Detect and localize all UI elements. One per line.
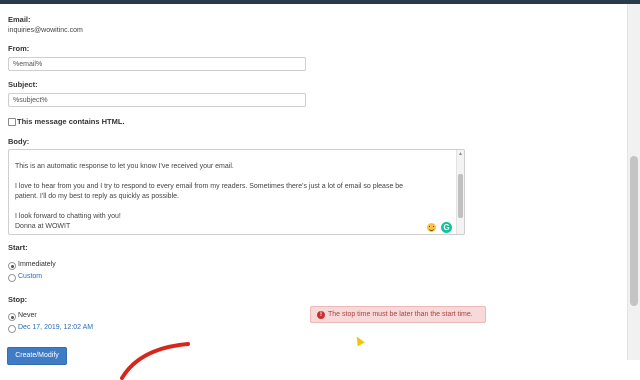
start-immediately-radio[interactable] xyxy=(8,262,16,270)
mouse-cursor-icon xyxy=(353,334,365,347)
stop-date-label[interactable]: Dec 17, 2019, 12:02 AM xyxy=(18,324,93,331)
html-checkbox[interactable] xyxy=(8,118,16,126)
textarea-scrollbar[interactable]: ▲ xyxy=(456,150,464,234)
body-line: I love to hear from you and I try to res… xyxy=(15,183,404,190)
error-text: The stop time must be later than the sta… xyxy=(328,311,473,318)
body-label: Body: xyxy=(8,137,30,146)
body-textarea[interactable]: This is an automatic response to let you… xyxy=(8,149,465,235)
subject-field[interactable]: %subject% xyxy=(8,93,306,107)
stop-never-label[interactable]: Never xyxy=(18,312,37,319)
page-scroll-thumb[interactable] xyxy=(630,156,638,306)
emoji-icon[interactable] xyxy=(427,223,436,232)
body-line: This is an automatic response to let you… xyxy=(15,163,234,170)
create-modify-button[interactable]: Create/Modify xyxy=(7,347,67,365)
body-line: patient. I'll do my best to reply as qui… xyxy=(15,193,179,200)
error-message: ! The stop time must be later than the s… xyxy=(310,306,486,323)
email-value: inquiries@wowitinc.com xyxy=(8,27,83,34)
subject-label: Subject: xyxy=(8,80,38,89)
top-nav-bar xyxy=(0,0,640,4)
start-label: Start: xyxy=(8,243,28,252)
start-custom-label[interactable]: Custom xyxy=(18,273,42,280)
scroll-up-arrow-icon[interactable]: ▲ xyxy=(458,151,463,157)
body-line: I look forward to chatting with you! xyxy=(15,213,121,220)
start-immediately-label[interactable]: Immediately xyxy=(18,261,56,268)
body-line: Donna at WOWIT xyxy=(15,223,71,230)
textarea-scroll-thumb[interactable] xyxy=(458,174,463,218)
stop-label: Stop: xyxy=(8,295,28,304)
grammarly-icon[interactable]: G xyxy=(441,222,452,233)
from-label: From: xyxy=(8,44,30,53)
from-field[interactable]: %email% xyxy=(8,57,306,71)
error-icon: ! xyxy=(317,311,325,319)
stop-date-radio[interactable] xyxy=(8,325,16,333)
page-scrollbar[interactable] xyxy=(627,4,640,360)
start-custom-radio[interactable] xyxy=(8,274,16,282)
annotation-arc xyxy=(120,342,190,380)
email-label: Email: xyxy=(8,15,31,24)
stop-never-radio[interactable] xyxy=(8,313,16,321)
html-checkbox-label: This message contains HTML. xyxy=(17,117,125,126)
